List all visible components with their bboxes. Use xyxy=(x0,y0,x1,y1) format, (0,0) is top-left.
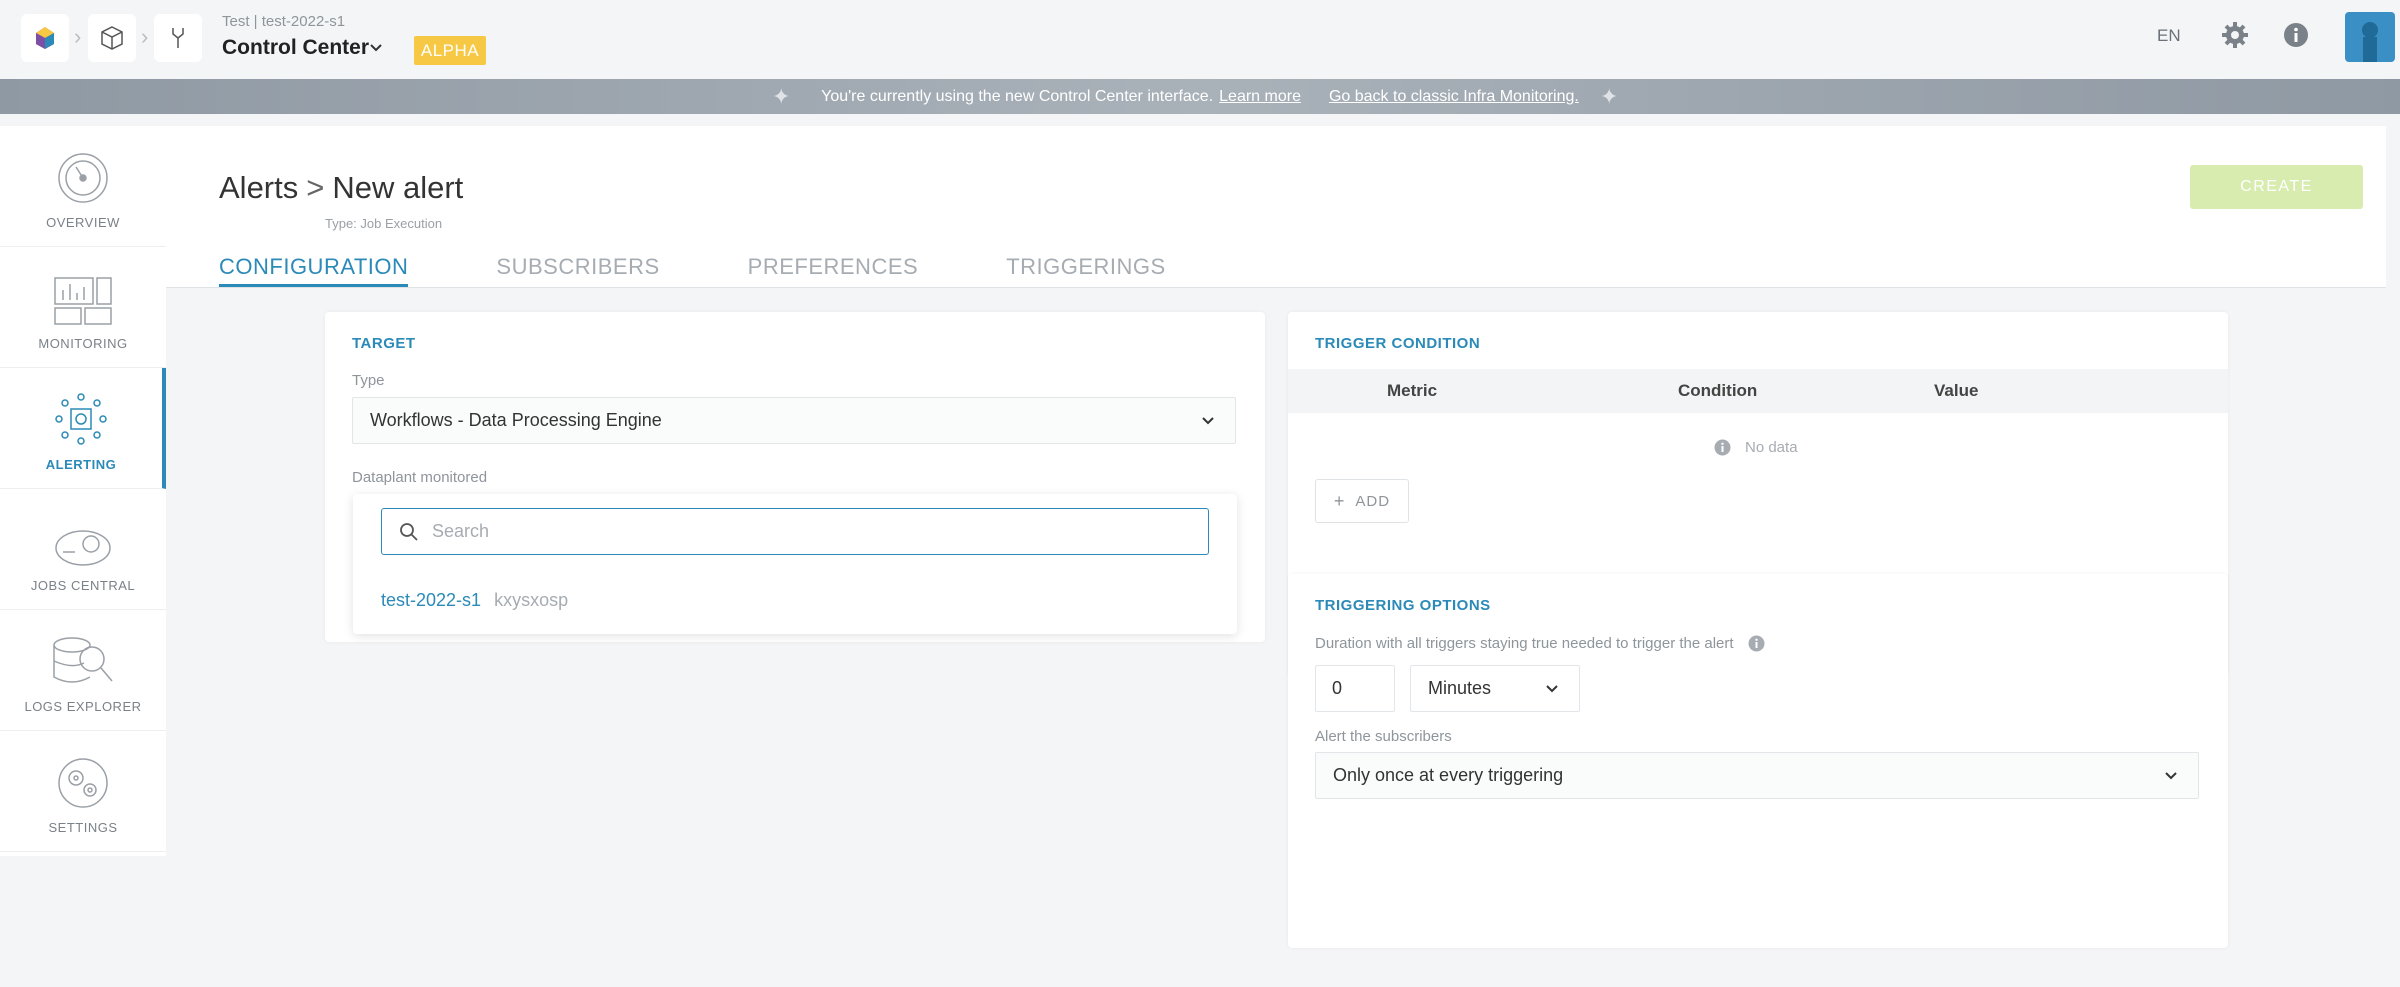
page-title: Alerts > New alert xyxy=(219,170,463,206)
settings-gears-icon xyxy=(58,758,108,808)
tab-subscribers[interactable]: SUBSCRIBERS xyxy=(496,254,659,287)
search-icon xyxy=(400,523,418,541)
tab-triggerings[interactable]: TRIGGERINGS xyxy=(1006,254,1166,287)
type-label: Type xyxy=(352,372,385,389)
sidebar-item-label: LOGS EXPLORER xyxy=(24,699,142,714)
dataplant-label: Dataplant monitored xyxy=(352,469,488,486)
jobs-icon xyxy=(55,530,111,566)
top-bar: › › Test | test-2022-s1 Control Center A… xyxy=(0,0,2400,79)
sidebar: OVERVIEW MONITORING ALERTING JOBS CENTRA… xyxy=(0,126,166,856)
page-header: Alerts > New alert Type: Job Execution C… xyxy=(166,126,2386,288)
alert-subscribers-label: Alert the subscribers xyxy=(1315,728,1452,745)
language-selector[interactable]: EN xyxy=(2157,26,2181,46)
tools-button[interactable] xyxy=(154,14,202,62)
search-input[interactable]: Search xyxy=(381,508,1209,555)
logs-search-icon xyxy=(53,637,113,683)
home-logo-icon xyxy=(36,27,54,49)
dataplant-option[interactable]: test-2022-s1 kxysxosp xyxy=(381,590,568,611)
learn-more-link[interactable]: Learn more xyxy=(1219,88,1301,106)
cube-icon xyxy=(101,26,123,50)
tab-configuration[interactable]: CONFIGURATION xyxy=(219,254,409,287)
go-back-link[interactable]: Go back to classic Infra Monitoring. xyxy=(1329,88,1579,106)
dashboard-icon xyxy=(54,277,112,325)
tab-preferences[interactable]: PREFERENCES xyxy=(748,254,919,287)
triggering-options-card: TRIGGERING OPTIONS Duration with all tri… xyxy=(1288,574,2228,948)
project-button[interactable] xyxy=(88,14,136,62)
breadcrumb-separator: › xyxy=(74,24,82,49)
dataplant-dropdown: Search test-2022-s1 kxysxosp xyxy=(353,494,1237,634)
option-id: kxysxosp xyxy=(494,590,569,610)
speedometer-icon xyxy=(58,153,108,203)
tabs: CONFIGURATION SUBSCRIBERS PREFERENCES TR… xyxy=(219,254,1254,287)
alert-subscribers-value: Only once at every triggering xyxy=(1333,765,1564,785)
chevron-down-icon xyxy=(1546,685,1558,693)
sidebar-item-label: SETTINGS xyxy=(48,820,118,835)
user-avatar-icon xyxy=(2362,22,2378,62)
sidebar-item-settings[interactable]: SETTINGS xyxy=(0,731,166,852)
triggering-options-title: TRIGGERING OPTIONS xyxy=(1315,597,1491,614)
sidebar-item-label: OVERVIEW xyxy=(46,215,120,230)
no-data-text: No data xyxy=(1745,439,1798,456)
breadcrumb-alerts[interactable]: Alerts xyxy=(219,170,298,206)
sidebar-item-monitoring[interactable]: MONITORING xyxy=(0,247,166,368)
tools-icon xyxy=(172,28,184,48)
create-button[interactable]: CREATE xyxy=(2190,165,2363,209)
add-label: ADD xyxy=(1355,492,1391,510)
sidebar-item-overview[interactable]: OVERVIEW xyxy=(0,126,166,247)
chevron-down-icon[interactable] xyxy=(368,40,384,56)
sidebar-item-jobs-central[interactable]: JOBS CENTRAL xyxy=(0,489,166,610)
interface-banner: ✦ You're currently using the new Control… xyxy=(0,79,2400,114)
duration-input[interactable]: 0 xyxy=(1315,665,1395,712)
project-path: Test | test-2022-s1 xyxy=(222,13,346,30)
main-content: Alerts > New alert Type: Job Execution C… xyxy=(166,126,2386,987)
page-title-text: New alert xyxy=(332,170,464,205)
sidebar-item-alerting[interactable]: ALERTING xyxy=(0,368,166,489)
type-select[interactable]: Workflows - Data Processing Engine xyxy=(352,397,1236,444)
info-icon[interactable] xyxy=(2283,22,2309,48)
no-data-message: No data xyxy=(1714,439,1798,456)
column-metric: Metric xyxy=(1387,381,1438,400)
banner-message: You're currently using the new Control C… xyxy=(821,87,1214,105)
info-icon[interactable] xyxy=(1748,635,1765,652)
alpha-badge: ALPHA xyxy=(414,36,486,65)
chevron-down-icon xyxy=(1202,417,1214,425)
duration-unit-value: Minutes xyxy=(1428,678,1492,698)
sidebar-item-logs-explorer[interactable]: LOGS EXPLORER xyxy=(0,610,166,731)
sidebar-item-label: JOBS CENTRAL xyxy=(30,578,136,593)
gear-icon[interactable] xyxy=(2220,20,2250,50)
add-condition-button[interactable]: + ADD xyxy=(1315,479,1409,523)
column-condition: Condition xyxy=(1678,381,1758,400)
chevron-down-icon xyxy=(2165,772,2177,780)
sidebar-item-label: ALERTING xyxy=(45,457,117,472)
target-title: TARGET xyxy=(352,335,416,352)
plus-icon: + xyxy=(1333,490,1346,511)
info-icon xyxy=(1714,439,1731,456)
app-title[interactable]: Control Center xyxy=(222,36,369,60)
home-logo-button[interactable] xyxy=(21,14,69,62)
type-select-value: Workflows - Data Processing Engine xyxy=(370,410,662,430)
sparkle-icon: ✦ xyxy=(1600,84,1619,109)
sparkle-icon: ✦ xyxy=(772,84,791,109)
sidebar-item-label: MONITORING xyxy=(38,336,128,351)
duration-unit-select[interactable]: Minutes xyxy=(1410,665,1580,712)
alert-chip-icon xyxy=(55,393,107,445)
alert-subscribers-select[interactable]: Only once at every triggering xyxy=(1315,752,2199,799)
duration-label: Duration with all triggers staying true … xyxy=(1315,635,1765,652)
page-subtitle: Type: Job Execution xyxy=(325,216,443,231)
duration-label-text: Duration with all triggers staying true … xyxy=(1315,635,1734,652)
search-placeholder: Search xyxy=(432,521,490,541)
column-value: Value xyxy=(1934,381,1979,400)
condition-table-header: Metric Condition Value xyxy=(1288,369,2228,413)
option-name: test-2022-s1 xyxy=(381,590,482,610)
user-avatar[interactable] xyxy=(2345,12,2395,62)
breadcrumb-separator: > xyxy=(306,170,325,205)
breadcrumb-separator: › xyxy=(141,24,149,49)
trigger-condition-title: TRIGGER CONDITION xyxy=(1315,335,1481,352)
